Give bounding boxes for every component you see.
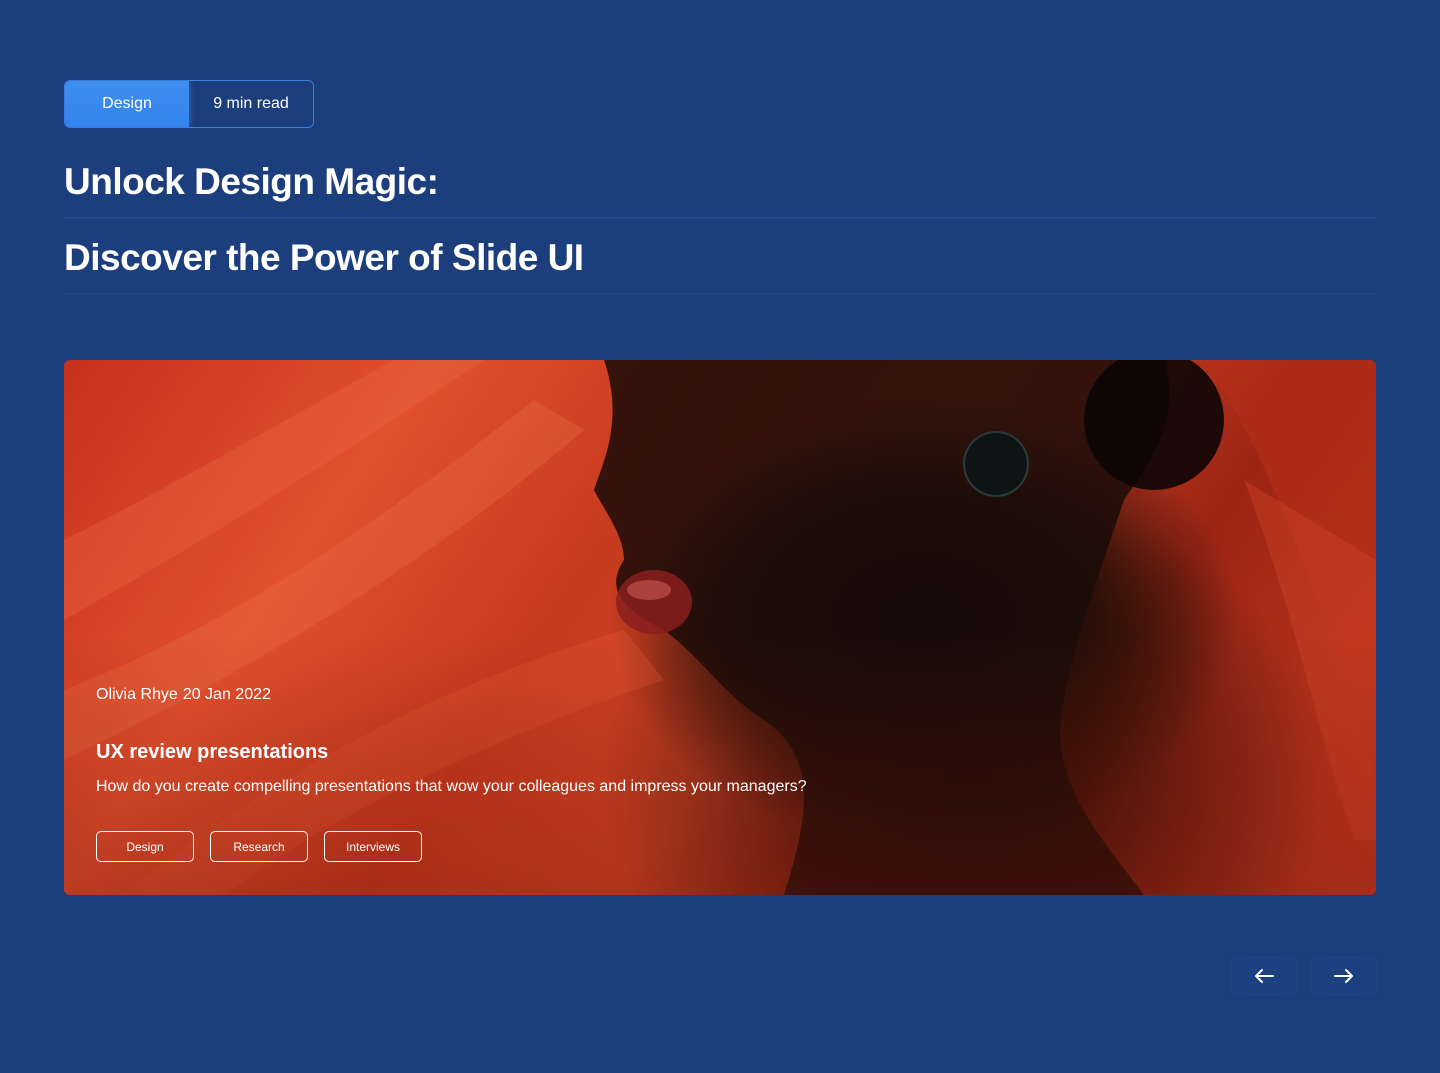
divider [64, 293, 1376, 294]
read-time-badge: 9 min read [213, 95, 289, 112]
next-slide-button[interactable] [1312, 958, 1376, 994]
post-title[interactable]: UX review presentations [96, 741, 328, 764]
tag-design[interactable]: Design [96, 831, 194, 862]
previous-slide-button[interactable] [1232, 958, 1296, 994]
post-description: How do you create compelling presentatio… [96, 778, 807, 795]
page-title-line-1: Unlock Design Magic: [64, 161, 439, 202]
post-date: 20 Jan 2022 [182, 686, 271, 703]
article-badge: Design 9 min read [64, 80, 314, 128]
arrow-right-icon [1334, 969, 1353, 983]
hero-card[interactable]: Olivia Rhye 20 Jan 2022 UX review present… [64, 360, 1376, 895]
arrow-left-icon [1255, 969, 1274, 983]
divider [64, 217, 1376, 219]
author-name: Olivia Rhye [96, 686, 178, 703]
tag-list: Design Research Interviews [96, 831, 422, 862]
category-badge[interactable]: Design [65, 81, 189, 127]
tag-research[interactable]: Research [210, 831, 308, 862]
page: Design 9 min read Unlock Design Magic: D… [0, 0, 1440, 1073]
tag-interviews[interactable]: Interviews [324, 831, 422, 862]
page-title-line-2: Discover the Power of Slide UI [64, 237, 584, 278]
post-meta: Olivia Rhye 20 Jan 2022 [96, 686, 271, 704]
